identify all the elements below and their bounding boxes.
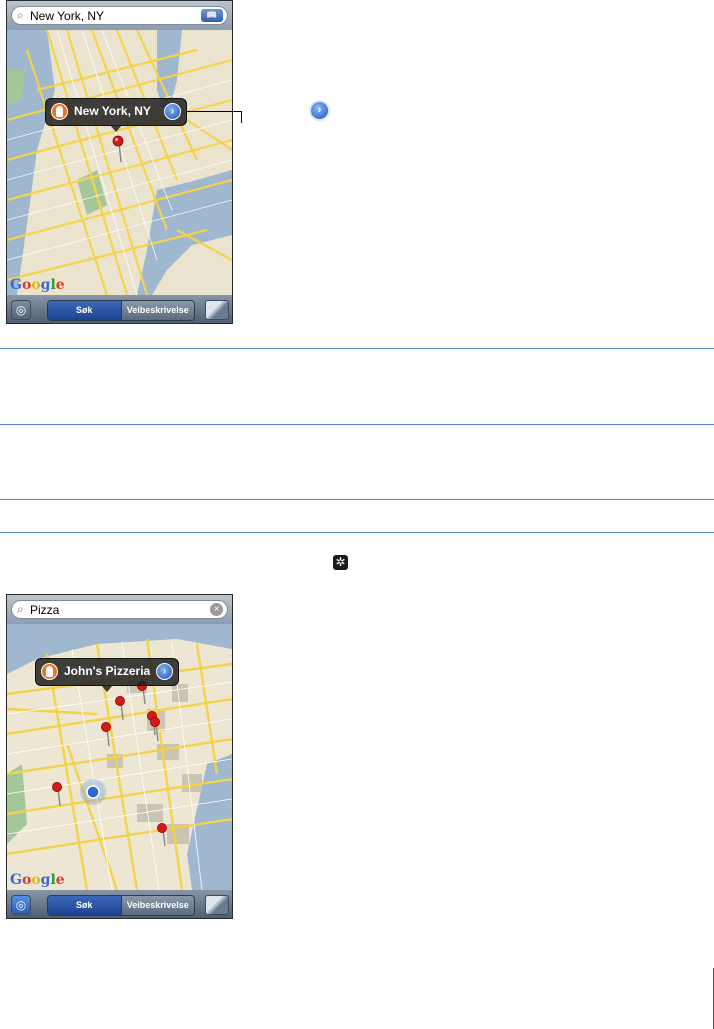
search-field[interactable]: ⌕ New York, NY 📖	[11, 6, 228, 25]
callout-tail	[101, 685, 113, 692]
detail-disclosure-icon: ›	[309, 100, 330, 121]
settings-gear-icon: ✲	[333, 555, 348, 570]
page-curl-button[interactable]	[205, 300, 229, 320]
callout-pointer-line	[186, 111, 242, 123]
person-icon	[41, 663, 58, 680]
location-callout[interactable]: John's Pizzeria ›	[35, 658, 179, 692]
page-curl-button[interactable]	[205, 895, 229, 915]
search-bar: ⌕ Pizza ×	[7, 595, 232, 625]
disclosure-arrow-icon[interactable]: ›	[156, 663, 173, 680]
current-location-button[interactable]: ◎	[11, 895, 31, 915]
search-field[interactable]: ⌕ Pizza ×	[11, 600, 228, 619]
search-text: New York, NY	[30, 9, 105, 23]
locate-icon: ◎	[15, 303, 27, 317]
bottom-toolbar: ◎ Søk Veibeskrivelse	[7, 890, 232, 918]
google-logo: Google	[10, 277, 65, 293]
section-divider	[0, 499, 714, 500]
clear-icon[interactable]: ×	[210, 603, 223, 616]
locate-icon: ◎	[15, 898, 27, 912]
search-icon: ⌕	[17, 8, 24, 22]
maps-screenshot-new-york: ⌕ New York, NY 📖 Google New York, NY › ◎…	[6, 0, 233, 324]
search-icon: ⌕	[17, 602, 24, 616]
search-text: Pizza	[30, 603, 60, 617]
maps-screenshot-pizza: ⌕ Pizza × Google John's Pizzeria › ◎ Søk…	[6, 594, 233, 919]
map-view[interactable]: Google	[7, 30, 232, 295]
bottom-toolbar: ◎ Søk Veibeskrivelse	[7, 295, 232, 323]
bookmarks-icon[interactable]: 📖	[201, 9, 223, 22]
tab-directions[interactable]: Veibeskrivelse	[120, 896, 194, 915]
search-directions-segmented-control: Søk Veibeskrivelse	[47, 300, 195, 321]
callout-title: John's Pizzeria	[64, 664, 151, 678]
map-image	[7, 30, 232, 295]
callout-tail	[110, 125, 122, 132]
section-divider	[0, 424, 714, 425]
section-divider	[0, 532, 714, 533]
search-directions-segmented-control: Søk Veibeskrivelse	[47, 895, 195, 916]
tab-search[interactable]: Søk	[48, 301, 121, 320]
tab-search[interactable]: Søk	[48, 896, 121, 915]
location-callout[interactable]: New York, NY ›	[45, 98, 187, 132]
section-divider	[0, 348, 714, 349]
google-logo: Google	[10, 872, 65, 888]
disclosure-arrow-icon[interactable]: ›	[164, 103, 181, 120]
current-location-button[interactable]: ◎	[11, 300, 31, 320]
search-bar: ⌕ New York, NY 📖	[7, 1, 232, 31]
person-icon	[51, 103, 68, 120]
callout-title: New York, NY	[74, 104, 151, 118]
tab-directions[interactable]: Veibeskrivelse	[120, 301, 194, 320]
